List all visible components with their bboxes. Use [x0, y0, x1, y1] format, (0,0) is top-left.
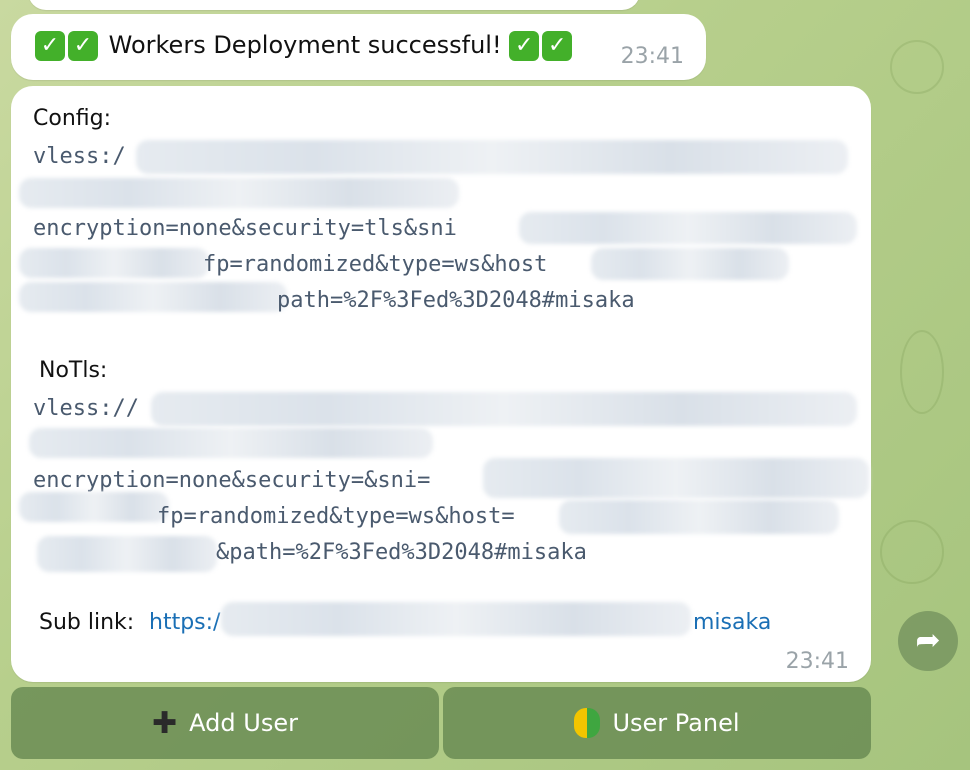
sub-link-end[interactable]: misaka: [693, 610, 771, 635]
check-mark-icon: ✓: [509, 31, 540, 61]
beginner-symbol-icon: [574, 708, 601, 738]
redacted-text: [519, 212, 857, 244]
check-mark-icon: ✓: [68, 31, 98, 61]
redacted-text: [19, 282, 287, 312]
redacted-text: [29, 428, 433, 458]
message-time: 23:41: [785, 649, 849, 674]
redacted-text: [19, 178, 459, 208]
config-line-2: encryption=none&security=tls&sni: [33, 216, 457, 241]
notls-line-4: &path=%2F%3Fed%3D2048#misaka: [216, 540, 587, 565]
share-arrow-icon: ➦: [915, 623, 941, 658]
message-bubble-deploy-status: ✓ ✓ Workers Deployment successful! ✓ ✓ 23:…: [11, 14, 706, 80]
add-user-button[interactable]: ✚ Add User: [11, 687, 439, 759]
deploy-status-text-row: ✓ ✓ Workers Deployment successful! ✓ ✓: [35, 31, 575, 61]
plus-icon: ✚: [152, 705, 178, 741]
redacted-text: [37, 536, 217, 572]
sub-link-start[interactable]: https:/: [149, 610, 220, 635]
redacted-text: [19, 248, 209, 278]
deploy-status-text: Workers Deployment successful!: [108, 31, 502, 59]
redacted-text: [591, 248, 789, 280]
redacted-text: [559, 500, 839, 534]
user-panel-button[interactable]: User Panel: [443, 687, 871, 759]
notls-heading: NoTls:: [39, 358, 108, 383]
notls-line-2: encryption=none&security=&sni=: [33, 468, 431, 493]
redacted-text: [19, 492, 169, 522]
redacted-text: [483, 458, 869, 498]
background-doodle: [880, 520, 944, 584]
redacted-text: [136, 140, 848, 174]
sub-link-label: Sub link:: [39, 610, 135, 635]
background-doodle: [890, 40, 944, 94]
redacted-text: [221, 602, 691, 636]
user-panel-label: User Panel: [612, 709, 740, 737]
message-time: 23:41: [620, 44, 684, 69]
config-line-4: path=%2F%3Fed%3D2048#misaka: [277, 288, 635, 313]
check-mark-icon: ✓: [35, 31, 65, 61]
check-mark-icon: ✓: [542, 31, 573, 61]
config-line-1: vless:/: [33, 144, 126, 169]
config-heading: Config:: [33, 106, 111, 131]
notls-line-1: vless://: [33, 396, 139, 421]
forward-button[interactable]: ➦: [898, 611, 958, 671]
previous-message-bubble: [28, 0, 640, 10]
add-user-label: Add User: [189, 709, 298, 737]
config-line-3: fp=randomized&type=ws&host: [203, 252, 548, 277]
redacted-text: [151, 392, 857, 426]
background-doodle: [900, 330, 944, 414]
notls-line-3: fp=randomized&type=ws&host=: [157, 504, 515, 529]
message-bubble-config: Config: vless:/ encryption=none&security…: [11, 86, 871, 682]
